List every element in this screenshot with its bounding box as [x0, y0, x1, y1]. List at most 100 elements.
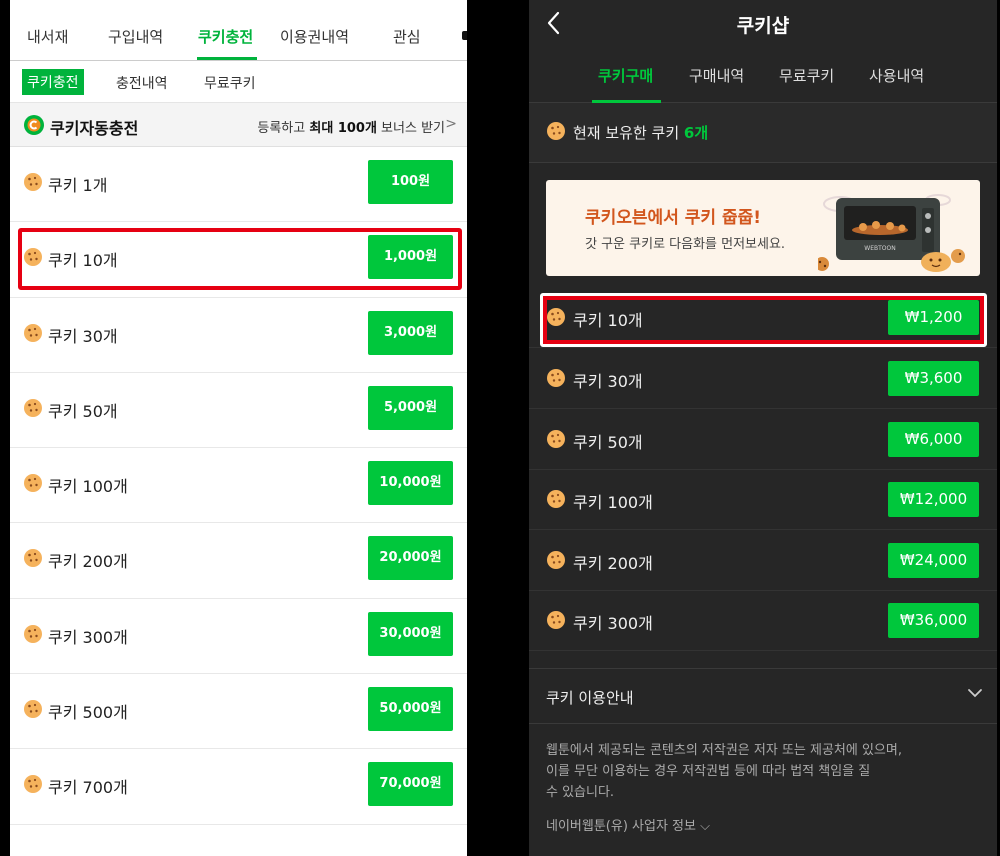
cookie-item-label: 쿠키 500개 — [48, 703, 128, 723]
right-cookie-shop-screen: 쿠키샵 쿠키구매 구매내역 무료쿠키 사용내역 현재 보유한 쿠키 6개 쿠키오… — [529, 0, 997, 856]
tab-overflow-indicator — [462, 31, 467, 40]
tab-library[interactable]: 내서재 — [27, 26, 68, 47]
banner-headline: 쿠키오븐에서 쿠키 줍줍! — [585, 208, 761, 228]
cookie-item-row: 쿠키 10개 ₩1,200 — [529, 287, 997, 348]
cookie-item-row: 쿠키 100개 ₩12,000 — [529, 469, 997, 530]
owned-count: 6개 — [683, 124, 709, 142]
buy-cookie-button[interactable]: 3,000원 — [368, 310, 453, 355]
cookie-item-label: 쿠키 30개 — [573, 372, 643, 391]
cookie-item-row: 쿠키 30개 ₩3,600 — [529, 348, 997, 409]
cookie-item-label: 쿠키 200개 — [48, 552, 128, 572]
cookie-oven-banner[interactable]: 쿠키오븐에서 쿠키 줍줍! 갓 구운 쿠키로 다음화를 먼저보세요. WEBTO… — [546, 180, 980, 276]
buy-cookie-button[interactable]: 5,000원 — [368, 385, 453, 430]
page-title: 쿠키샵 — [736, 15, 790, 37]
subtab-free-cookies[interactable]: 무료쿠키 — [204, 73, 256, 93]
cookie-item-row: 쿠키 50개 5,000원 — [10, 373, 467, 449]
tab-pass-history[interactable]: 이용권내역 — [280, 26, 349, 47]
oven-brand-text: WEBTOON — [864, 245, 895, 252]
company-info-link[interactable]: 네이버웹툰(유) 사업자 정보 ⌵ — [546, 815, 710, 834]
owned-cookies-bar: 현재 보유한 쿠키 6개 — [529, 103, 997, 163]
buy-cookie-button[interactable]: 10,000원 — [368, 461, 453, 506]
cookie-item-label: 쿠키 1개 — [48, 176, 108, 195]
auto-charge-logo-icon — [24, 115, 44, 135]
auto-charge-banner[interactable]: 쿠키자동충전 등록하고 최대 100개 보너스 받기 > — [10, 103, 467, 147]
subtab-cookie-charge[interactable]: 쿠키충전 — [22, 69, 84, 95]
active-tab-underline — [197, 57, 257, 60]
header: 쿠키샵 — [529, 0, 997, 46]
cookie-item-row: 쿠키 200개 ₩24,000 — [529, 530, 997, 591]
owned-label: 현재 보유한 쿠키 — [573, 124, 684, 142]
subtab-charge-history[interactable]: 충전내역 — [116, 73, 168, 93]
cookie-icon — [24, 248, 42, 267]
buy-cookie-button[interactable]: 70,000원 — [368, 762, 453, 807]
cookie-item-label: 쿠키 10개 — [573, 311, 643, 330]
cookie-item-row: 쿠키 700개 70,000원 — [10, 749, 467, 825]
left-cookie-list: 쿠키 1개 100원쿠키 10개 1,000원쿠키 30개 3,000원쿠키 50개 5… — [10, 147, 467, 825]
buy-cookie-button[interactable]: ₩36,000 — [888, 603, 979, 638]
cookie-item-row: 쿠키 500개 50,000원 — [10, 674, 467, 750]
cookie-item-label: 쿠키 200개 — [573, 554, 653, 573]
buy-cookie-button[interactable]: ₩12,000 — [888, 482, 979, 517]
cookie-item-label: 쿠키 700개 — [48, 778, 128, 798]
cookie-item-label: 쿠키 30개 — [48, 326, 118, 346]
buy-cookie-button[interactable]: ₩3,600 — [888, 361, 979, 396]
cookie-icon — [547, 430, 565, 448]
cookie-icon — [24, 775, 42, 794]
cookie-icon — [24, 700, 42, 719]
cookie-icon — [24, 173, 42, 191]
cookie-icon — [547, 122, 565, 140]
cookie-item-label: 쿠키 300개 — [48, 627, 128, 647]
buy-cookie-button[interactable]: 100원 — [368, 160, 453, 204]
tab-free-cookies[interactable]: 무료쿠키 — [779, 65, 834, 86]
notice-line: 수 있습니다. — [546, 785, 615, 800]
cookie-usage-info-toggle[interactable]: 쿠키 이용안내 — [529, 668, 997, 724]
buy-cookie-button[interactable]: ₩1,200 — [888, 300, 979, 335]
auto-charge-promo[interactable]: 등록하고 최대 100개 보너스 받기 — [257, 117, 445, 136]
cookie-item-label: 쿠키 100개 — [48, 477, 128, 497]
buy-cookie-button[interactable]: ₩24,000 — [888, 543, 979, 578]
banner-subtitle: 갓 구운 쿠키로 다음화를 먼저보세요. — [585, 237, 786, 252]
cookie-item-row: 쿠키 1개 100원 — [10, 147, 467, 223]
cookie-icon — [24, 474, 42, 493]
promo-text-suffix: 보너스 받기 — [376, 121, 445, 136]
cookie-icon — [547, 490, 565, 508]
top-tab-bar: 내서재 구입내역 쿠키충전 이용권내역 관심 — [10, 0, 467, 61]
promo-text-prefix: 등록하고 — [257, 121, 310, 136]
cookie-item-label: 쿠키 50개 — [48, 401, 118, 421]
sub-tab-bar: 쿠키충전 충전내역 무료쿠키 — [10, 61, 467, 103]
buy-cookie-button[interactable]: 30,000원 — [368, 611, 453, 656]
buy-cookie-button[interactable]: ₩6,000 — [888, 422, 979, 457]
tab-buy-cookies[interactable]: 쿠키구매 — [598, 65, 653, 86]
left-cookie-charge-screen: 내서재 구입내역 쿠키충전 이용권내역 관심 쿠키충전 충전내역 무료쿠키 쿠키… — [10, 0, 467, 856]
buy-cookie-button[interactable]: 50,000원 — [368, 687, 453, 732]
cookie-item-row: 쿠키 10개 1,000원 — [10, 222, 467, 298]
tab-purchase-history[interactable]: 구입내역 — [108, 26, 163, 47]
tab-usage-history[interactable]: 사용내역 — [869, 65, 924, 86]
cookie-icon — [547, 369, 565, 387]
buy-cookie-button[interactable]: 1,000원 — [368, 235, 453, 280]
copyright-notice: 웹툰에서 제공되는 콘텐츠의 저작권은 저자 또는 제공처에 있으며, 이를 무… — [546, 740, 976, 803]
cookie-icon — [24, 549, 42, 568]
tab-favorites[interactable]: 관심 — [393, 26, 421, 47]
cookie-item-label: 쿠키 50개 — [573, 433, 643, 452]
cookie-item-label: 쿠키 300개 — [573, 614, 653, 633]
cookie-item-row: 쿠키 200개 20,000원 — [10, 523, 467, 599]
tab-purchase-history[interactable]: 구매내역 — [689, 65, 744, 86]
cookie-icon — [24, 323, 42, 342]
cookie-item-row: 쿠키 300개 30,000원 — [10, 599, 467, 675]
cookie-icon — [24, 398, 42, 417]
cookie-item-label: 쿠키 100개 — [573, 493, 653, 512]
info-title: 쿠키 이용안내 — [546, 689, 634, 707]
owned-cookies-text: 현재 보유한 쿠키 6개 — [573, 122, 708, 143]
notice-line: 웹툰에서 제공되는 콘텐츠의 저작권은 저자 또는 제공처에 있으며, — [546, 743, 902, 758]
tab-cookie-charge[interactable]: 쿠키충전 — [198, 26, 253, 47]
cookie-icon — [24, 624, 42, 643]
cookie-icon — [547, 308, 565, 326]
chevron-down-icon[interactable] — [967, 687, 983, 699]
chevron-right-icon: > — [445, 116, 457, 132]
cookie-icon — [547, 551, 565, 569]
cookie-item-row: 쿠키 300개 ₩36,000 — [529, 590, 997, 651]
cookie-item-label: 쿠키 10개 — [48, 251, 118, 271]
buy-cookie-button[interactable]: 20,000원 — [368, 536, 453, 581]
oven-illustration-icon: WEBTOON — [818, 194, 965, 272]
